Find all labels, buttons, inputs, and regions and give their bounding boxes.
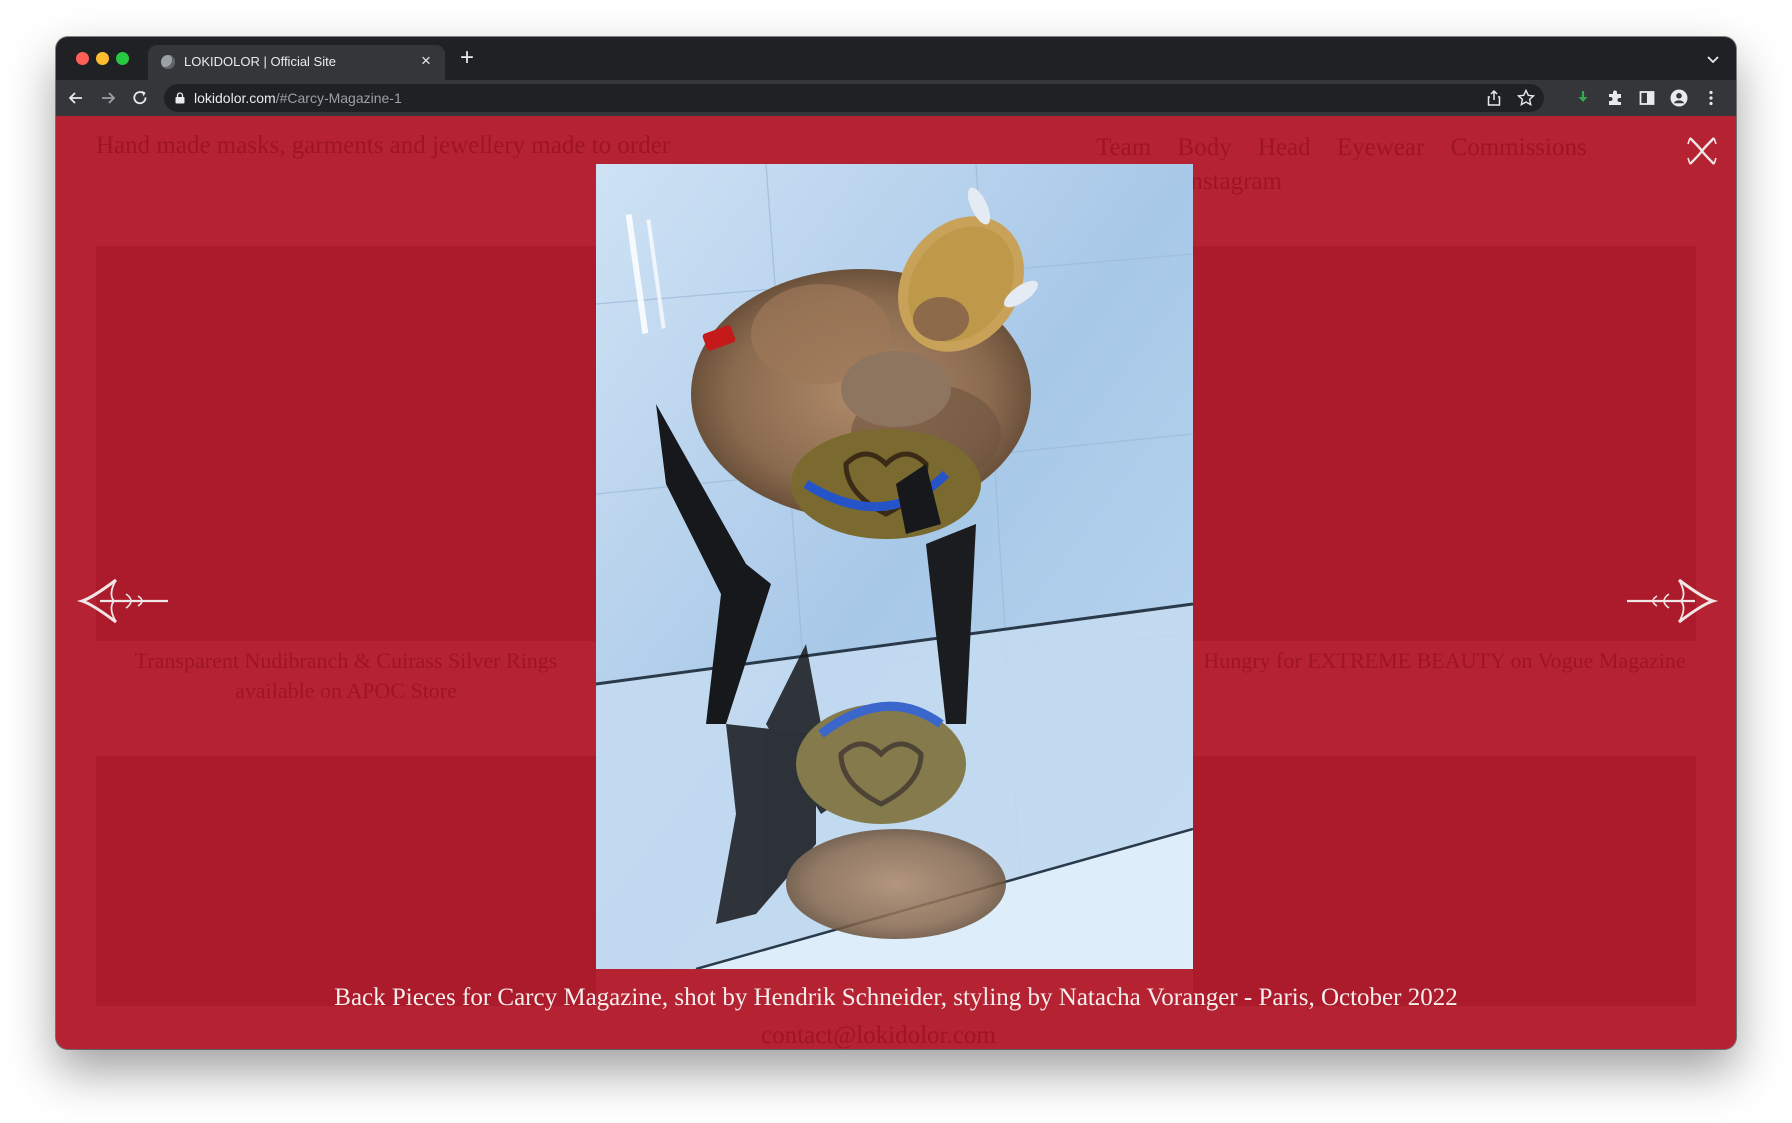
globe-icon [161,55,175,69]
chevron-down-icon[interactable] [1704,50,1722,68]
lock-icon[interactable] [175,92,185,104]
photo-illustration [596,164,1193,969]
profile-icon[interactable] [1669,88,1689,108]
minimize-window-button[interactable] [96,52,109,65]
back-icon[interactable] [66,88,86,108]
nav-link-body: Body [1177,134,1232,161]
tab-bar: LOKIDOLOR | Official Site × + [56,37,1736,80]
background-card [1193,246,1696,641]
reload-icon[interactable] [130,88,150,108]
nav-link-head: Head [1257,134,1311,161]
url-path: /#Carcy-Magazine-1 [275,90,402,106]
site-tagline: Hand made masks, garments and jewellery … [96,132,671,159]
tab-close-button[interactable]: × [417,51,435,71]
forward-icon[interactable] [98,88,118,108]
bookmark-star-icon[interactable] [1516,88,1536,108]
next-arrow-icon[interactable] [1623,574,1719,628]
share-icon[interactable] [1484,88,1504,108]
url-host: lokidolor.com [194,90,276,106]
nav-link-instagram: Instagram [1182,168,1282,195]
browser-window: LOKIDOLOR | Official Site × + lokidolor.… [56,37,1736,1049]
site-nav: Team Body Head Eyewear Commissions [1096,134,1607,162]
browser-toolbar: lokidolor.com/#Carcy-Magazine-1 [56,80,1736,116]
background-card [1193,756,1696,1006]
nav-link-team: Team [1096,134,1152,161]
address-bar[interactable]: lokidolor.com/#Carcy-Magazine-1 [164,84,1544,112]
browser-tab[interactable]: LOKIDOLOR | Official Site × [148,45,445,80]
menu-icon[interactable] [1701,88,1721,108]
maximize-window-button[interactable] [116,52,129,65]
background-caption: Transparent Nudibranch & Cuirass Silver … [134,648,558,703]
tab-title: LOKIDOLOR | Official Site [184,54,336,69]
footer-email: contact@lokidolor.com [761,1022,996,1049]
page-content: Hand made masks, garments and jewellery … [56,116,1736,1049]
new-tab-button[interactable]: + [454,46,480,72]
sidebar-icon[interactable] [1637,88,1657,108]
url-text[interactable]: lokidolor.com/#Carcy-Magazine-1 [194,90,402,106]
nav-link-commissions: Commissions [1450,134,1587,161]
gallery-caption: Back Pieces for Carcy Magazine, shot by … [334,984,1458,1011]
background-card [96,756,596,1006]
prev-arrow-icon[interactable] [76,574,172,628]
extensions-icon[interactable] [1605,88,1625,108]
download-icon[interactable] [1573,88,1593,108]
nav-link-eyewear: Eyewear [1336,134,1425,161]
close-gallery-icon[interactable] [1686,134,1718,168]
gallery-photo [596,164,1193,969]
background-caption: Hungry for EXTREME BEAUTY on Vogue Magaz… [1203,648,1686,673]
close-window-button[interactable] [76,52,89,65]
